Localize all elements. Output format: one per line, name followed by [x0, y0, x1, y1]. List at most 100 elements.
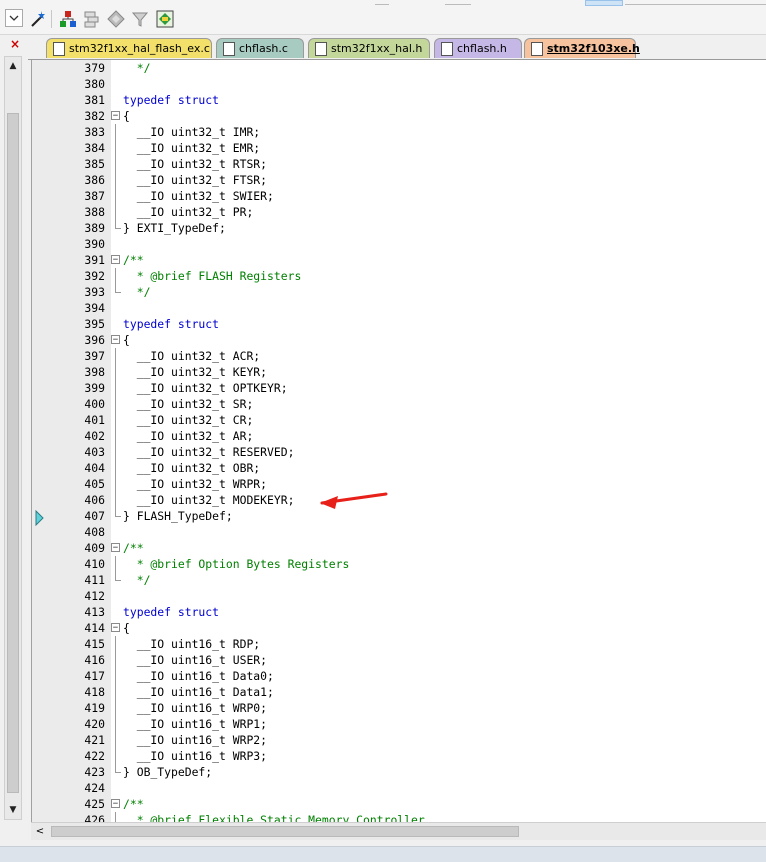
code-line[interactable]: 406 __IO uint32_t MODEKEYR;	[32, 492, 766, 508]
line-number: 419	[84, 701, 105, 715]
fold-end	[115, 580, 121, 581]
code-text: __IO uint32_t IMR;	[123, 125, 261, 139]
fold-toggle-icon[interactable]: −	[111, 543, 120, 553]
code-line[interactable]: 400 __IO uint32_t SR;	[32, 396, 766, 412]
code-line[interactable]: 405 __IO uint32_t WRPR;	[32, 476, 766, 492]
diamond-icon[interactable]	[106, 9, 126, 29]
code-line[interactable]: 420 __IO uint16_t WRP1;	[32, 716, 766, 732]
code-line[interactable]: 386 __IO uint32_t FTSR;	[32, 172, 766, 188]
code-line[interactable]: 401 __IO uint32_t CR;	[32, 412, 766, 428]
code-line[interactable]: 387 __IO uint32_t SWIER;	[32, 188, 766, 204]
code-line[interactable]: 381 typedef struct	[32, 92, 766, 108]
line-number: 413	[84, 605, 105, 619]
code-text: __IO uint16_t WRP0;	[123, 701, 268, 715]
red-arrow-icon	[320, 492, 388, 509]
hierarchy-icon[interactable]	[58, 9, 78, 29]
vertical-scrollbar[interactable]: ▲ ▼	[4, 56, 22, 820]
code-line[interactable]: 419 __IO uint16_t WRP0;	[32, 700, 766, 716]
tab-stm32f103xe-h[interactable]: stm32f103xe.h	[524, 38, 640, 58]
code-editor[interactable]: 379 */380 381 typedef struct 382−{383 __IO …	[31, 60, 766, 822]
code-text: * @brief Option Bytes Registers	[123, 557, 350, 571]
code-line[interactable]: 384 __IO uint32_t EMR;	[32, 140, 766, 156]
code-line[interactable]: 416 __IO uint16_t USER;	[32, 652, 766, 668]
code-line[interactable]: 402 __IO uint32_t AR;	[32, 428, 766, 444]
code-line[interactable]: 414−{	[32, 620, 766, 636]
fold-toggle-icon[interactable]: −	[111, 799, 120, 809]
code-line[interactable]: 395 typedef struct	[32, 316, 766, 332]
code-line[interactable]: 415 __IO uint16_t RDP;	[32, 636, 766, 652]
fold-guide	[115, 572, 116, 580]
code-line[interactable]: 390	[32, 236, 766, 252]
code-line[interactable]: 380	[32, 76, 766, 92]
magic-wand-icon[interactable]	[28, 9, 48, 29]
code-line[interactable]: 404 __IO uint32_t OBR;	[32, 460, 766, 476]
code-line[interactable]: 418 __IO uint16_t Data1;	[32, 684, 766, 700]
fold-guide	[115, 492, 116, 508]
file-icon	[441, 42, 453, 56]
line-number: 400	[84, 397, 105, 411]
diagram-icon[interactable]	[155, 9, 175, 29]
scroll-left-icon[interactable]: <	[31, 823, 49, 840]
code-line[interactable]: 388 __IO uint32_t PR;	[32, 204, 766, 220]
scroll-up-icon[interactable]: ▲	[5, 57, 21, 75]
fold-toggle-icon[interactable]: −	[111, 623, 120, 633]
code-line[interactable]: 398 __IO uint32_t KEYR;	[32, 364, 766, 380]
code-text: __IO uint32_t SR;	[123, 397, 254, 411]
code-line[interactable]: 413 typedef struct	[32, 604, 766, 620]
scrollbar-thumb[interactable]	[7, 113, 19, 793]
fold-guide	[115, 636, 116, 652]
close-icon[interactable]: ×	[8, 37, 22, 51]
code-line[interactable]: 392 * @brief FLASH Registers	[32, 268, 766, 284]
horizontal-scrollbar-thumb[interactable]	[51, 826, 519, 837]
code-line[interactable]: 423} OB_TypeDef;	[32, 764, 766, 780]
code-line[interactable]: 394	[32, 300, 766, 316]
line-number: 423	[84, 765, 105, 779]
code-line[interactable]: 385 __IO uint32_t RTSR;	[32, 156, 766, 172]
fold-toggle-icon[interactable]: −	[111, 335, 120, 345]
code-line[interactable]: 393 */	[32, 284, 766, 300]
code-text: {	[123, 109, 130, 123]
filter-icon[interactable]	[130, 9, 150, 29]
line-number: 382	[84, 109, 105, 123]
line-number: 390	[84, 237, 105, 251]
code-line[interactable]: 426 * @brief Flexible Static Memory Cont…	[32, 812, 766, 822]
tab-stm32f1xx-hal-flash-ex-c[interactable]: stm32f1xx_hal_flash_ex.c	[46, 38, 212, 58]
code-line[interactable]: 424	[32, 780, 766, 796]
fold-guide	[115, 396, 116, 412]
code-line[interactable]: 425−/**	[32, 796, 766, 812]
code-line[interactable]: 409−/**	[32, 540, 766, 556]
code-line[interactable]: 379 */	[32, 60, 766, 76]
tab-chflash-c[interactable]: chflash.c	[216, 38, 304, 58]
fold-toggle-icon[interactable]: −	[111, 111, 120, 121]
code-line[interactable]: 410 * @brief Option Bytes Registers	[32, 556, 766, 572]
horizontal-scrollbar[interactable]: <	[31, 822, 766, 840]
code-line[interactable]: 389} EXTI_TypeDef;	[32, 220, 766, 236]
code-line[interactable]: 397 __IO uint32_t ACR;	[32, 348, 766, 364]
code-line[interactable]: 411 */	[32, 572, 766, 588]
dropdown-icon[interactable]	[5, 9, 23, 27]
code-line[interactable]: 417 __IO uint16_t Data0;	[32, 668, 766, 684]
code-line[interactable]: 399 __IO uint32_t OPTKEYR;	[32, 380, 766, 396]
tab-stm32f1xx-hal-h[interactable]: stm32f1xx_hal.h	[308, 38, 430, 58]
line-number: 395	[84, 317, 105, 331]
code-text: __IO uint16_t WRP2;	[123, 733, 268, 747]
code-line[interactable]: 396−{	[32, 332, 766, 348]
code-line[interactable]: 422 __IO uint16_t WRP3;	[32, 748, 766, 764]
stack-icon[interactable]	[82, 9, 102, 29]
code-line[interactable]: 403 __IO uint32_t RESERVED;	[32, 444, 766, 460]
fold-end	[115, 772, 121, 773]
fold-toggle-icon[interactable]: −	[111, 255, 120, 265]
code-line[interactable]: 407} FLASH_TypeDef;	[32, 508, 766, 524]
code-text: __IO uint32_t MODEKEYR;	[123, 493, 295, 507]
code-line[interactable]: 408	[32, 524, 766, 540]
scroll-down-icon[interactable]: ▼	[5, 801, 21, 819]
code-line[interactable]: 382−{	[32, 108, 766, 124]
code-line[interactable]: 391−/**	[32, 252, 766, 268]
code-text: } FLASH_TypeDef;	[123, 509, 233, 523]
code-line[interactable]: 421 __IO uint16_t WRP2;	[32, 732, 766, 748]
code-line[interactable]: 383 __IO uint32_t IMR;	[32, 124, 766, 140]
line-number: 422	[84, 749, 105, 763]
code-text: __IO uint32_t ACR;	[123, 349, 261, 363]
code-line[interactable]: 412	[32, 588, 766, 604]
tab-chflash-h[interactable]: chflash.h	[434, 38, 522, 58]
